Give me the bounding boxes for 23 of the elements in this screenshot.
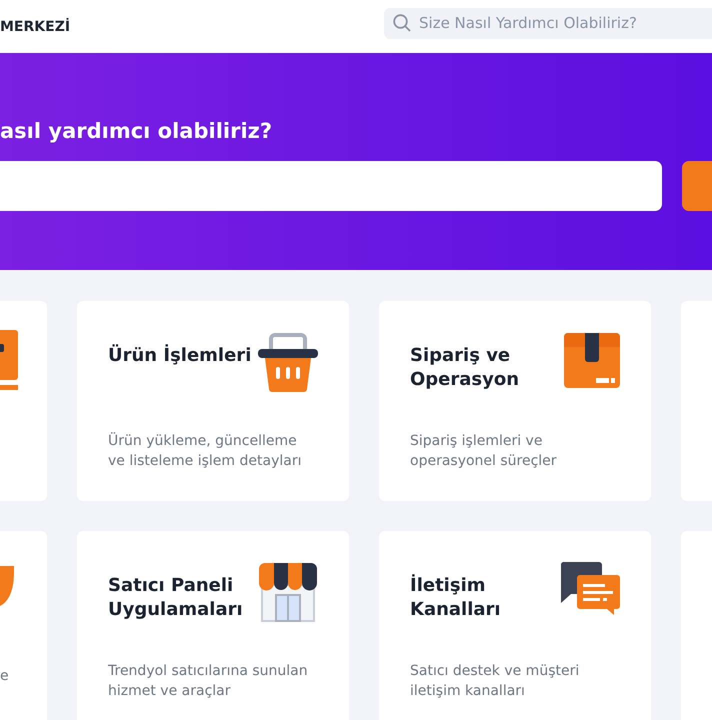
category-card[interactable]: İletişim Kanalları Satıcı destek ve müşteri iletişim kanalları xyxy=(379,531,651,720)
card-description: Trendyol satıcılarına sunulan hizmet ve araçlar xyxy=(108,662,308,701)
book-icon xyxy=(0,330,18,390)
category-card[interactable]: Sipariş ve Operasyon Sipariş işlemleri ve operasyonel süreçler xyxy=(379,301,651,501)
search-field[interactable]: Size Nasıl Yardımcı Olabiliriz? xyxy=(384,8,712,38)
storefront-icon xyxy=(257,561,319,623)
card-title: Ürün İşlemleri xyxy=(108,344,252,368)
card-description: Satıcı destek ve müşteri iletişim kanalları xyxy=(410,662,580,701)
card-description: Ürün yükleme, güncelleme ve listeleme işlem detayları xyxy=(108,431,302,471)
chat-bubbles-icon xyxy=(559,561,621,617)
hero-title: asıl yardımcı olabiliriz? xyxy=(0,118,274,145)
card-title: Satıcı Paneli Uygulamaları xyxy=(108,574,244,622)
category-card[interactable]: Ürün İşlemleri Ürün yükleme, güncelleme ve listeleme işlem detayları xyxy=(77,301,349,501)
search-button[interactable] xyxy=(682,161,712,211)
card-title: Sipariş ve Operasyon xyxy=(410,344,520,392)
box-icon xyxy=(563,331,621,389)
logo-text[interactable]: MERKEZİ xyxy=(0,18,70,34)
basket-icon xyxy=(257,331,319,393)
card-title: İletişim Kanalları xyxy=(410,574,502,622)
category-card[interactable]: Satıcı Paneli Uygulamaları Trendyol satıcılarına sunulan hizmet ve araçlar xyxy=(77,531,349,720)
card-description: e xyxy=(0,667,10,686)
search-input[interactable] xyxy=(0,161,662,211)
card-description: Sipariş işlemleri ve operasyonel süreçler xyxy=(410,432,558,471)
